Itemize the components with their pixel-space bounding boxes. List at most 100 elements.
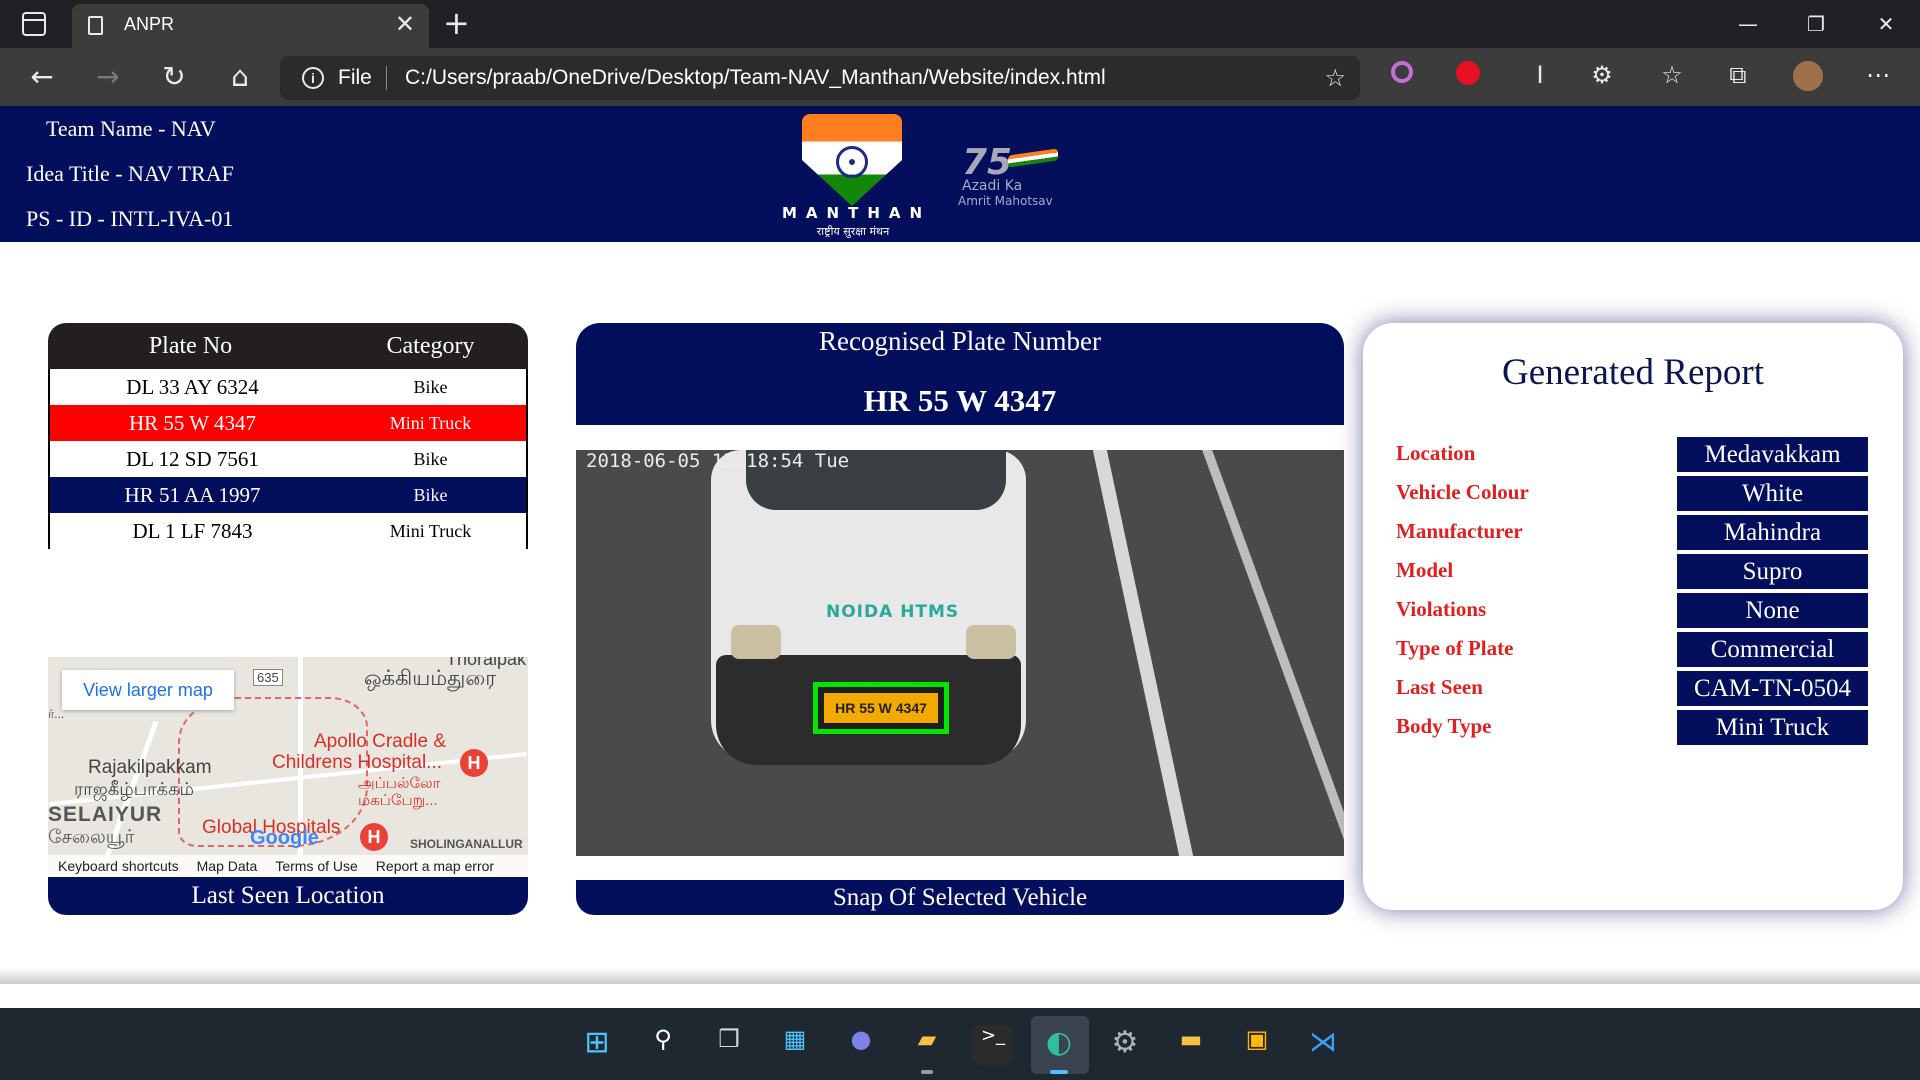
terms-of-use-link[interactable]: Terms of Use [275, 855, 357, 877]
report-map-error-link[interactable]: Report a map error [376, 855, 494, 877]
task-view-icon[interactable]: ❒ [709, 1025, 749, 1065]
document-icon [88, 16, 103, 35]
edge-icon[interactable]: ◐ [1039, 1025, 1079, 1065]
report-value-location: Medavakkam [1677, 437, 1868, 472]
plate-cell: HR 55 W 4347 [129, 410, 256, 435]
table-row[interactable]: HR 51 AA 1997 Bike [48, 477, 528, 513]
minimize-icon[interactable]: — [1728, 8, 1768, 40]
map-label: ஒக்கியம்துரை [364, 667, 497, 690]
team-name: Team Name - NAV [46, 116, 216, 141]
plate-cell: DL 12 SD 7561 [126, 446, 259, 471]
hospital-pin-icon[interactable]: H [360, 823, 388, 851]
browser-toolbar: ← → ↻ ⌂ i File C:/Users/praab/OneDrive/D… [0, 48, 1920, 106]
headlight [966, 625, 1016, 659]
map-label: மகப்பேறு... [358, 792, 438, 809]
van-hood-text: NOIDA HTMS [826, 602, 960, 622]
azadi-line2: Amrit Mahotsav [958, 194, 1053, 208]
map-data-link[interactable]: Map Data [197, 855, 258, 877]
teams-chat-icon[interactable]: ● [841, 1025, 881, 1065]
search-icon[interactable]: ⚲ [643, 1025, 683, 1065]
refresh-icon[interactable]: ↻ [156, 60, 192, 96]
table-row[interactable]: DL 12 SD 7561 Bike [48, 441, 528, 477]
last-seen-map[interactable]: Thoraipak ஒக்கியம்துரை 635 ர்... Apollo … [48, 657, 528, 915]
azadi-75-text: 75 [962, 142, 1013, 183]
folder-icon[interactable]: ▬ [1171, 1025, 1211, 1065]
report-label-model: Model [1396, 558, 1454, 582]
road-marking [1092, 450, 1194, 856]
view-larger-map-link[interactable]: View larger map [62, 670, 234, 710]
file-explorer-icon[interactable]: ▰ [907, 1025, 947, 1065]
hospital-pin-icon[interactable]: H [460, 749, 488, 777]
map-label: சேலையூர் [48, 827, 135, 848]
terminal-icon[interactable]: >_ [973, 1025, 1013, 1065]
report-label-last-seen: Last Seen [1396, 675, 1483, 699]
report-label-type-of-plate: Type of Plate [1396, 636, 1514, 660]
add-favorite-icon[interactable]: ☆ [1324, 64, 1346, 92]
manthan-logo-subtext: राष्ट्रीय सुरक्षा मंथन [816, 225, 890, 238]
snap-plate-text: HR 55 W 4347 [824, 693, 938, 723]
settings-icon[interactable]: ⚙ [1105, 1025, 1145, 1065]
page-bottom-shadow [0, 968, 1920, 984]
azadi-line1: Azadi Ka [962, 178, 1023, 194]
color-extension-icon[interactable] [1386, 61, 1418, 93]
profile-avatar[interactable] [1792, 61, 1824, 93]
map-footer: Keyboard shortcuts Map Data Terms of Use… [48, 855, 528, 877]
snap-caption: Snap Of Selected Vehicle [576, 880, 1344, 915]
chakra-icon [836, 146, 868, 178]
plate-cell: DL 33 AY 6324 [126, 374, 259, 399]
report-value-model: Supro [1677, 554, 1868, 589]
active-indicator [1050, 1070, 1068, 1074]
restore-icon[interactable]: ❐ [1796, 8, 1836, 40]
forward-arrow-icon[interactable]: → [90, 60, 126, 96]
plus-icon[interactable]: + [443, 5, 470, 41]
recognised-plate-banner: Recognised Plate Number HR 55 W 4347 [576, 323, 1344, 425]
report-title: Generated Report [1502, 352, 1764, 393]
map-label: SELAIYUR [48, 803, 163, 826]
address-url[interactable]: C:/Users/praab/OneDrive/Desktop/Team-NAV… [405, 66, 1106, 90]
windows-taskbar: ⊞ ⚲ ❒ ▦ ● ▰ >_ ◐ ⚙ ▬ ▣ ⋊ [0, 1008, 1920, 1080]
info-icon[interactable]: i [302, 67, 324, 89]
stop-extension-icon[interactable] [1452, 61, 1484, 93]
plate-cell: HR 51 AA 1997 [124, 482, 261, 507]
window-close-icon[interactable]: ✕ [1866, 8, 1906, 40]
generated-report: Generated Report Location Medavakkam Veh… [1363, 323, 1903, 910]
report-label-manufacturer: Manufacturer [1396, 519, 1523, 543]
running-indicator [921, 1070, 933, 1074]
table-row[interactable]: DL 1 LF 7843 Mini Truck [48, 513, 528, 549]
collections-icon[interactable]: ⧉ [1722, 61, 1754, 93]
flag-swoosh-icon [1008, 148, 1058, 168]
plate-cell: DL 1 LF 7843 [132, 518, 253, 543]
close-icon[interactable]: ✕ [395, 12, 415, 36]
tab-title: ANPR [124, 14, 175, 34]
report-value-violations: None [1677, 593, 1868, 628]
tab-anpr[interactable]: ANPR ✕ [72, 4, 429, 48]
site-header: Team Name - NAV Idea Title - NAV TRAF PS… [0, 106, 1920, 242]
favorites-icon[interactable]: ☆ [1656, 61, 1688, 93]
text-cursor-icon[interactable]: I [1524, 61, 1556, 93]
keyboard-shortcuts-link[interactable]: Keyboard shortcuts [58, 855, 179, 877]
home-icon[interactable]: ⌂ [222, 60, 258, 96]
recognised-plate-title: Recognised Plate Number [819, 326, 1101, 356]
report-value-body-type: Mini Truck [1677, 710, 1868, 745]
address-separator [386, 66, 387, 90]
microsoft-store-icon[interactable]: ▣ [1237, 1025, 1277, 1065]
map-label: Childrens Hospital... [272, 752, 443, 773]
window-icon[interactable] [22, 12, 46, 36]
more-icon[interactable]: ⋯ [1862, 61, 1894, 93]
idea-title: Idea Title - NAV TRAF [26, 161, 234, 186]
vscode-icon[interactable]: ⋊ [1303, 1025, 1343, 1065]
route-badge: 635 [253, 669, 283, 686]
category-cell: Bike [413, 484, 448, 505]
road-marking [1202, 450, 1344, 856]
browser-tab-bar: ANPR ✕ + — ❐ ✕ [0, 0, 1920, 48]
widgets-icon[interactable]: ▦ [775, 1025, 815, 1065]
table-row-selected[interactable]: HR 55 W 4347 Mini Truck [48, 405, 528, 441]
address-bar[interactable]: i File C:/Users/praab/OneDrive/Desktop/T… [280, 56, 1360, 100]
windows-start-icon[interactable]: ⊞ [577, 1025, 617, 1065]
last-seen-caption: Last Seen Location [48, 877, 528, 915]
report-label-location: Location [1396, 441, 1476, 465]
extension-icon[interactable]: ⚙ [1586, 61, 1618, 93]
category-cell: Bike [413, 376, 448, 397]
back-arrow-icon[interactable]: ← [24, 60, 60, 96]
table-row[interactable]: DL 33 AY 6324 Bike [48, 369, 528, 405]
